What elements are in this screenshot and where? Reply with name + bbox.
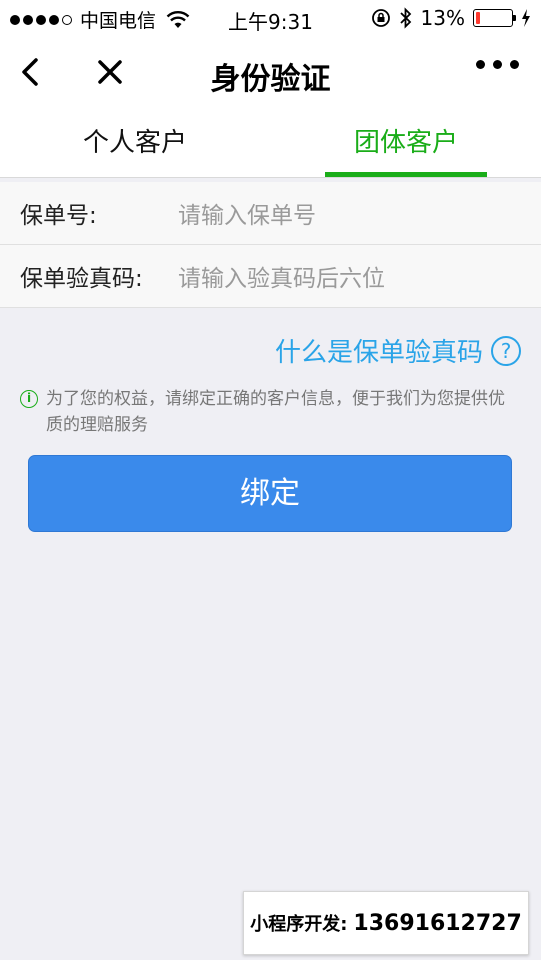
info-icon: i — [20, 390, 38, 408]
tab-group-customer[interactable]: 团体客户 — [271, 108, 541, 178]
notice-text: 为了您的权益，请绑定正确的客户信息，便于我们为您提供优质的理赔服务 — [46, 389, 505, 435]
charging-icon — [522, 9, 530, 27]
status-right: 13% — [371, 6, 531, 30]
promo-watermark: 小程序开发: 13691612727 — [243, 891, 529, 955]
binding-notice: i 为了您的权益，请绑定正确的客户信息，便于我们为您提供优质的理赔服务 — [20, 386, 520, 438]
policy-number-label: 保单号: — [20, 203, 97, 229]
binding-form: 保单号: 请输入保单号 保单验真码: 请输入验真码后六位 — [0, 182, 541, 308]
verify-code-label: 保单验真码: — [20, 266, 143, 292]
active-tab-indicator — [325, 172, 487, 177]
bluetooth-icon — [399, 7, 411, 29]
orientation-lock-icon — [371, 9, 390, 27]
policy-number-row: 保单号: 请输入保单号 — [0, 182, 541, 245]
customer-tabs: 个人客户 团体客户 — [0, 108, 541, 178]
promo-label: 小程序开发: — [250, 914, 348, 935]
battery-level — [476, 12, 481, 24]
status-bar: 中国电信 上午9:31 13% — [0, 0, 541, 36]
page-title: 身份验证 — [210, 62, 331, 97]
more-dots-icon[interactable] — [476, 60, 519, 69]
help-link-text: 什么是保单验真码 — [274, 338, 483, 368]
policy-number-input[interactable]: 请输入保单号 — [178, 196, 316, 230]
nav-bar: 身份验证 — [0, 36, 541, 108]
battery-percent: 13% — [420, 6, 465, 30]
verify-code-input[interactable]: 请输入验真码后六位 — [178, 259, 385, 293]
verify-code-row: 保单验真码: 请输入验真码后六位 — [0, 245, 541, 308]
promo-number: 13691612727 — [353, 910, 522, 936]
tab-personal-customer[interactable]: 个人客户 — [0, 108, 270, 178]
bind-button[interactable]: 绑定 — [28, 455, 512, 532]
battery-icon — [473, 9, 516, 27]
question-circle-icon: ? — [491, 335, 521, 366]
what-is-verify-code-link[interactable]: 什么是保单验真码 ? — [275, 332, 521, 369]
